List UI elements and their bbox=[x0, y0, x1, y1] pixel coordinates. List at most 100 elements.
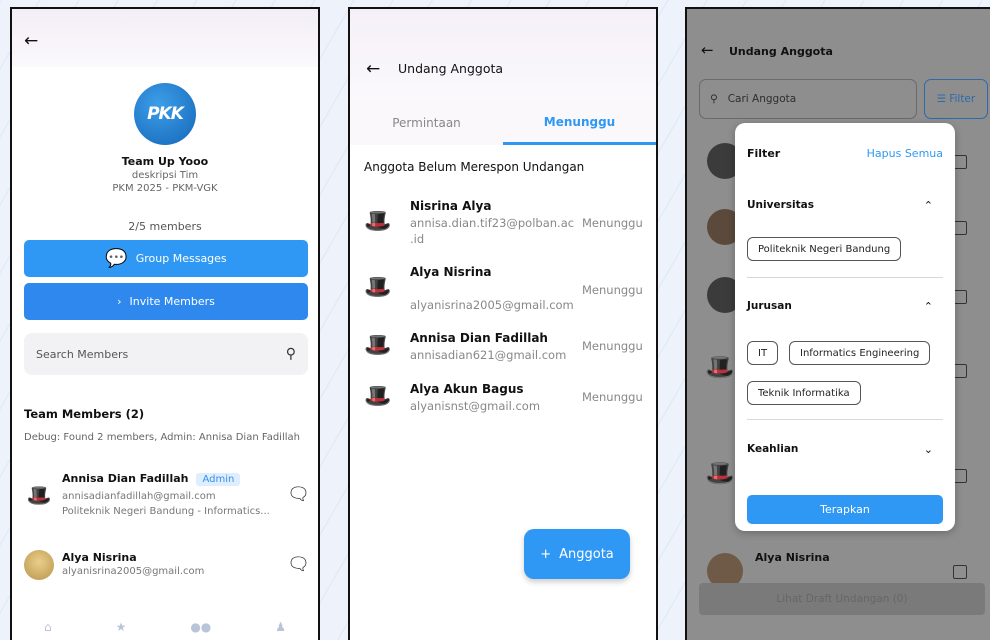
invitee-name: Annisa Dian Fadillah bbox=[410, 331, 548, 345]
team-members-title: Team Members (2) bbox=[24, 407, 145, 421]
page-title: Undang Anggota bbox=[398, 61, 504, 76]
chevron-right-icon: › bbox=[117, 295, 122, 308]
member-checkbox[interactable] bbox=[953, 565, 967, 579]
section-title: Anggota Belum Merespon Undangan bbox=[364, 160, 585, 174]
hat-avatar-icon: 🎩 bbox=[364, 384, 392, 409]
group-messages-label: Group Messages bbox=[135, 252, 227, 265]
member-checkbox[interactable] bbox=[953, 469, 967, 483]
back-arrow-icon[interactable]: ← bbox=[701, 41, 714, 59]
invite-members-label: Invite Members bbox=[129, 295, 215, 308]
apply-button[interactable]: Terapkan bbox=[747, 495, 943, 524]
chevron-down-icon[interactable]: ⌄ bbox=[924, 443, 933, 456]
member-name: Annisa Dian Fadillah Admin bbox=[62, 472, 241, 486]
chip-jurusan[interactable]: Informatics Engineering bbox=[789, 341, 931, 365]
chat-icon[interactable]: 🗨 bbox=[287, 484, 310, 505]
trophy-icon[interactable]: ★ bbox=[116, 620, 127, 634]
filter-screen: ← Undang Anggota ⚲ Cari Anggota ☰ Filter… bbox=[685, 7, 990, 640]
tab-menunggu[interactable]: Menunggu bbox=[503, 101, 656, 145]
hat-avatar-icon: 🎩 bbox=[364, 275, 392, 300]
list-item: 🎩 Annisa Dian Fadillah annisadian621@gma… bbox=[364, 331, 654, 371]
chip-jurusan[interactable]: IT bbox=[747, 341, 779, 365]
filter-title: Filter bbox=[747, 147, 781, 160]
filter-button-label: Filter bbox=[949, 93, 976, 105]
profile-icon[interactable]: ♟ bbox=[275, 620, 286, 634]
member-checkbox[interactable] bbox=[953, 290, 967, 304]
hat-avatar-icon: 🎩 bbox=[26, 483, 52, 507]
bottom-navigation: ⌂ ★ ●● ♟ bbox=[12, 614, 318, 640]
hat-avatar-icon: 🎩 bbox=[364, 333, 392, 358]
add-member-button[interactable]: + Anggota bbox=[524, 529, 630, 579]
search-placeholder: Search Members bbox=[36, 347, 129, 361]
list-item: 🎩 Alya Akun Bagus alyanisnst@gmail.com M… bbox=[364, 382, 654, 422]
team-description: deskripsi Tim bbox=[131, 170, 199, 181]
invitee-email: alyanisnst@gmail.com bbox=[410, 399, 541, 413]
back-arrow-icon[interactable]: ← bbox=[366, 59, 380, 79]
invitee-name: Alya Akun Bagus bbox=[410, 382, 524, 396]
divider bbox=[747, 277, 943, 278]
group-messages-button[interactable]: 💬 Group Messages bbox=[24, 240, 308, 277]
team-logo: PKK bbox=[134, 83, 196, 145]
member-row[interactable]: 🎩 Annisa Dian Fadillah Admin annisadianfa… bbox=[24, 470, 310, 526]
chat-icon[interactable]: 🗨 bbox=[287, 554, 310, 575]
member-row[interactable]: Alya Nisrina alyanisrina2005@gmail.com 🗨 bbox=[24, 544, 310, 600]
search-icon[interactable]: ⚲ bbox=[286, 346, 296, 362]
invitee-name: Alya Nisrina bbox=[410, 265, 492, 279]
draft-invitation-button[interactable]: Lihat Draft Undangan (0) bbox=[699, 583, 985, 615]
hat-avatar-icon: 🎩 bbox=[364, 209, 392, 234]
team-detail-screen: ← PKK Team Up Yooo deskripsi Tim PKM 202… bbox=[10, 7, 320, 640]
status-text: Menunggu bbox=[582, 339, 643, 353]
invitee-email-continued: .id bbox=[410, 232, 425, 246]
chevron-up-icon[interactable]: ⌃ bbox=[924, 199, 933, 212]
divider bbox=[747, 419, 943, 420]
plus-icon: + bbox=[540, 546, 552, 562]
admin-badge: Admin bbox=[196, 473, 241, 486]
search-icon: ⚲ bbox=[710, 93, 718, 105]
invitee-email: annisadian621@gmail.com bbox=[410, 348, 567, 362]
filter-panel: Filter Hapus Semua Universitas ⌃ Politek… bbox=[735, 123, 955, 531]
member-name: Alya Nisrina bbox=[755, 551, 830, 564]
top-bar: ← bbox=[12, 9, 318, 67]
member-name: Alya Nisrina bbox=[62, 551, 137, 564]
hat-avatar-icon: 🎩 bbox=[705, 353, 735, 381]
member-email: annisadianfadillah@gmail.com bbox=[62, 491, 216, 502]
filter-icon: ☰ bbox=[936, 93, 947, 105]
search-placeholder: Cari Anggota bbox=[727, 93, 797, 105]
search-members-input[interactable]: Search Members ⚲ bbox=[24, 333, 308, 375]
chevron-up-icon[interactable]: ⌃ bbox=[924, 300, 933, 313]
invitee-email: alyanisrina2005@gmail.com bbox=[410, 298, 574, 312]
hat-avatar-icon: 🎩 bbox=[705, 459, 735, 487]
universitas-section-label[interactable]: Universitas bbox=[747, 199, 814, 211]
member-checkbox[interactable] bbox=[953, 221, 967, 235]
member-checkbox[interactable] bbox=[953, 155, 967, 169]
clear-all-link[interactable]: Hapus Semua bbox=[867, 147, 943, 160]
status-text: Menunggu bbox=[582, 283, 643, 297]
tab-permintaan[interactable]: Permintaan bbox=[350, 101, 503, 145]
status-text: Menunggu bbox=[582, 216, 643, 230]
filter-button[interactable]: ☰ Filter bbox=[924, 79, 988, 119]
user-photo-avatar bbox=[24, 550, 54, 580]
add-member-label: Anggota bbox=[559, 546, 614, 562]
debug-text: Debug: Found 2 members, Admin: Annisa Di… bbox=[24, 432, 300, 443]
member-email: alyanisrina2005@gmail.com bbox=[62, 566, 205, 577]
member-info: Politeknik Negeri Bandung - Informatics.… bbox=[62, 506, 270, 517]
jurusan-section-label[interactable]: Jurusan bbox=[747, 300, 792, 312]
member-checkbox[interactable] bbox=[953, 364, 967, 378]
back-arrow-icon[interactable]: ← bbox=[24, 31, 38, 51]
invitee-email: annisa.dian.tif23@polban.ac bbox=[410, 216, 575, 230]
list-item: 🎩 Alya Nisrina alyanisrina2005@gmail.com… bbox=[364, 265, 654, 315]
invite-members-button[interactable]: › Invite Members bbox=[24, 283, 308, 320]
invitee-name: Nisrina Alya bbox=[410, 199, 492, 213]
search-member-input[interactable]: ⚲ Cari Anggota bbox=[699, 79, 917, 119]
list-item: 🎩 Nisrina Alya annisa.dian.tif23@polban.… bbox=[364, 199, 654, 249]
member-count: 2/5 members bbox=[128, 220, 202, 233]
tab-bar: Permintaan Menunggu bbox=[350, 101, 656, 145]
chip-universitas[interactable]: Politeknik Negeri Bandung bbox=[747, 237, 902, 261]
team-icon[interactable]: ●● bbox=[190, 620, 211, 634]
chat-bubbles-icon: 💬 bbox=[105, 248, 128, 269]
page-title: Undang Anggota bbox=[729, 45, 833, 58]
home-icon[interactable]: ⌂ bbox=[44, 620, 52, 634]
invite-members-screen: ← Undang Anggota Permintaan Menunggu Ang… bbox=[348, 7, 658, 640]
keahlian-section-label[interactable]: Keahlian bbox=[747, 443, 798, 455]
chip-jurusan[interactable]: Teknik Informatika bbox=[747, 381, 861, 405]
team-name: Team Up Yooo bbox=[121, 155, 209, 168]
